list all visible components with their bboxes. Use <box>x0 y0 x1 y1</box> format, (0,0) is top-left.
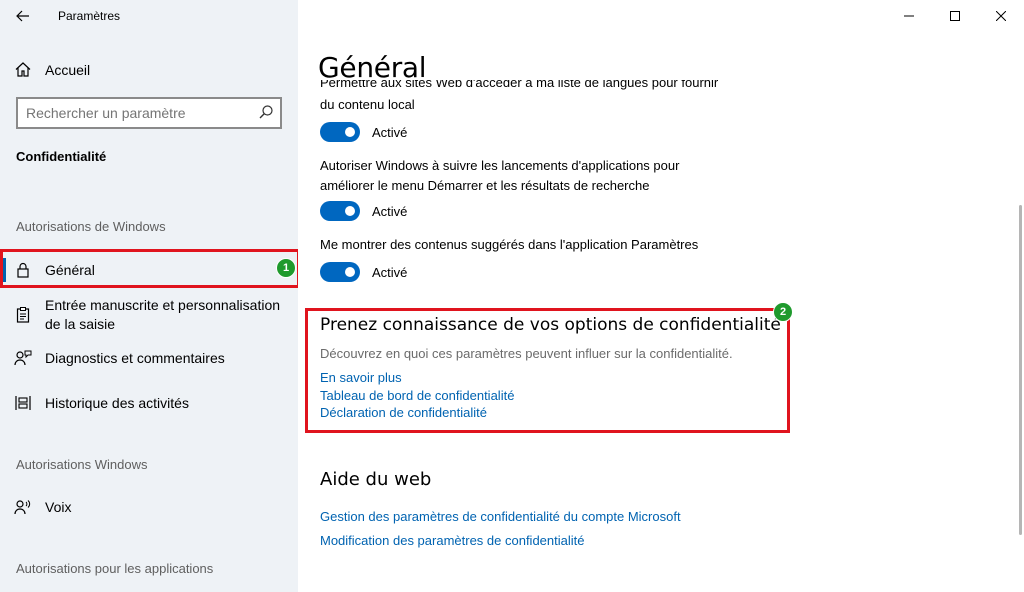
link-change-privacy-settings[interactable]: Modification des paramètres de confident… <box>320 533 584 548</box>
home-label: Accueil <box>45 62 91 78</box>
sidebar-item-label: Voix <box>45 499 72 515</box>
sidebar-item-handwriting[interactable]: Entrée manuscrite et personnalisation de… <box>0 295 298 337</box>
title-bar: Paramètres <box>0 0 298 32</box>
sidebar-item-label: Historique des activités <box>45 395 189 411</box>
group-label-windows-2: Autorisations Windows <box>16 457 148 472</box>
annotation-badge-1: 1 <box>276 258 296 278</box>
window-controls <box>886 0 1024 32</box>
highlight-box-general <box>0 249 300 288</box>
home-nav-item[interactable]: Accueil <box>0 54 298 86</box>
back-button[interactable] <box>8 4 38 28</box>
page-title: Général <box>318 51 427 84</box>
home-icon <box>15 62 31 77</box>
minimize-button[interactable] <box>886 0 932 32</box>
minimize-icon <box>904 15 914 17</box>
highlight-box-privacy-options <box>305 308 790 433</box>
settings-window: Paramètres Accueil Confidentialité Autor… <box>0 0 1024 592</box>
sidebar-item-label: Entrée manuscrite et personnalisation de… <box>45 297 281 332</box>
toggle-state-label: Activé <box>372 125 408 140</box>
toggle-state-label: Activé <box>372 204 408 219</box>
main-content: Permettre aux sites Web d'accéder à ma l… <box>298 0 1024 592</box>
sidebar-item-activity-history[interactable]: Historique des activités <box>0 391 298 419</box>
sidebar-item-label: Diagnostics et commentaires <box>45 350 225 366</box>
toggle-local-content[interactable] <box>320 122 360 142</box>
close-button[interactable] <box>978 0 1024 32</box>
maximize-icon <box>950 11 960 21</box>
sidebar-item-diagnostics[interactable]: Diagnostics et commentaires <box>0 346 298 374</box>
sidebar: Paramètres Accueil Confidentialité Autor… <box>0 0 298 592</box>
annotation-badge-2: 2 <box>773 302 793 322</box>
app-title: Paramètres <box>58 9 121 23</box>
setting-text-suggested-content: Me montrer des contenus suggérés dans l'… <box>320 237 699 252</box>
group-label-apps: Autorisations pour les applications <box>16 561 214 576</box>
web-help-title: Aide du web <box>320 469 432 490</box>
search-box[interactable] <box>16 97 282 129</box>
setting-text-app-launch: Autoriser Windows à suivre les lancement… <box>320 158 680 193</box>
voice-person-icon <box>14 500 31 515</box>
section-heading: Confidentialité <box>16 149 107 164</box>
setting-text-local-content: du contenu local <box>320 97 415 112</box>
maximize-button[interactable] <box>932 0 978 32</box>
feedback-person-icon <box>14 350 32 366</box>
timeline-icon <box>15 396 31 410</box>
back-arrow-icon <box>16 10 29 22</box>
scrollbar[interactable] <box>1019 205 1022 535</box>
clipboard-icon <box>16 307 30 323</box>
toggle-suggested-content[interactable] <box>320 262 360 282</box>
toggle-state-label: Activé <box>372 265 408 280</box>
sidebar-item-voice[interactable]: Voix <box>0 495 298 523</box>
link-microsoft-account-privacy[interactable]: Gestion des paramètres de confidentialit… <box>320 509 681 524</box>
search-icon[interactable] <box>258 104 274 120</box>
search-input[interactable] <box>26 104 246 122</box>
close-icon <box>996 11 1006 21</box>
toggle-app-launch[interactable] <box>320 201 360 221</box>
group-label-windows: Autorisations de Windows <box>16 219 166 234</box>
